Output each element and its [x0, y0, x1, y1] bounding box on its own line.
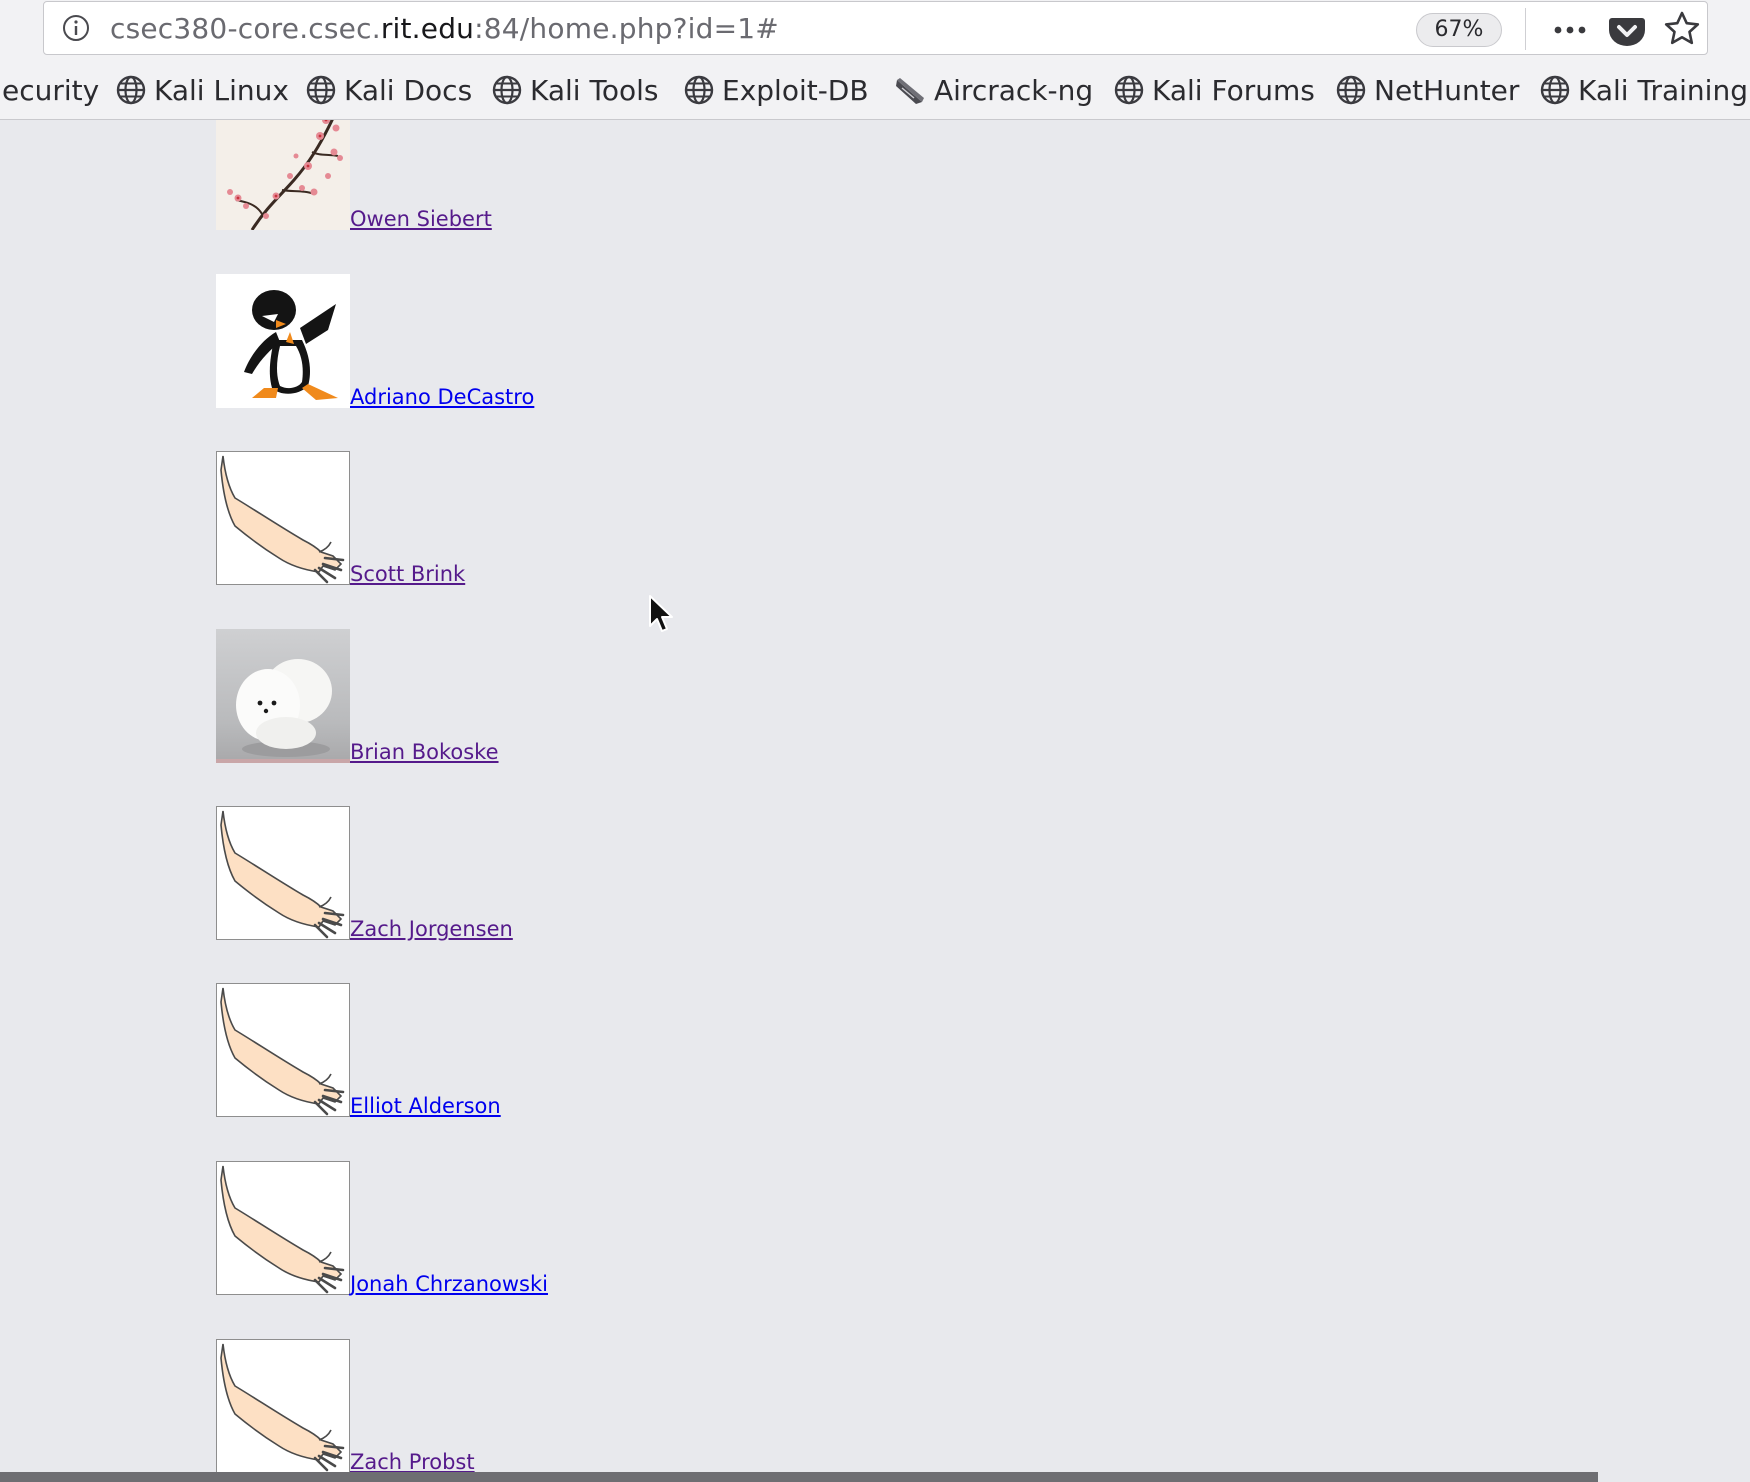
browser-toolbar: csec380-core.csec.rit.edu:84/home.php?id… [0, 0, 1750, 60]
aircrack-icon [896, 78, 924, 104]
url-text[interactable]: csec380-core.csec.rit.edu:84/home.php?id… [110, 12, 779, 45]
zoom-level-badge[interactable]: 67% [1416, 13, 1502, 47]
pocket-icon[interactable] [1607, 10, 1647, 50]
user-avatar-arm-drawing[interactable] [216, 983, 350, 1117]
user-avatar-dabbing-penguin[interactable] [216, 274, 350, 408]
url-bar-separator [1525, 8, 1526, 50]
url-domain: rit.edu [380, 12, 475, 45]
bookmark-aircrack-ng[interactable]: Aircrack-ng [894, 70, 1093, 110]
user-avatar-arm-drawing[interactable] [216, 1161, 350, 1295]
bookmark-label: NetHunter [1374, 73, 1520, 107]
globe-icon [116, 75, 146, 105]
mouse-cursor-icon [649, 595, 673, 632]
bookmark-label: Aircrack-ng [934, 73, 1094, 107]
user-avatar-cherry-blossom[interactable] [216, 120, 350, 230]
globe-icon [1540, 75, 1570, 105]
bookmark-label: Kali Forums [1152, 73, 1315, 107]
bookmark-kali-tools[interactable]: Kali Tools [492, 70, 658, 110]
user-profile-link[interactable]: Owen Siebert [350, 207, 492, 231]
user-profile-link[interactable]: Adriano DeCastro [350, 385, 534, 409]
url-bar[interactable]: csec380-core.csec.rit.edu:84/home.php?id… [43, 1, 1708, 55]
user-profile-link[interactable]: Jonah Chrzanowski [350, 1272, 548, 1296]
bookmark-label: Kali Training [1578, 73, 1748, 107]
page-actions-menu-icon[interactable] [1548, 10, 1592, 50]
bookmark-label: Kali Docs [344, 73, 473, 107]
bookmark-kali-docs[interactable]: Kali Docs [306, 70, 472, 110]
url-prefix: csec380-core.csec. [110, 12, 381, 45]
bookmark-security[interactable]: ecurity [2, 70, 99, 110]
user-avatar-white-pomeranian[interactable] [216, 629, 350, 763]
globe-icon [684, 75, 714, 105]
user-profile-link[interactable]: Zach Jorgensen [350, 917, 513, 941]
scrollbar-thumb[interactable] [0, 1472, 1598, 1482]
user-avatar-arm-drawing[interactable] [216, 451, 350, 585]
bookmark-kali-linux[interactable]: Kali Linux [116, 70, 289, 110]
page-content: Owen Siebert Adriano DeCastro Scott Brin… [0, 120, 1750, 1472]
globe-icon [1114, 75, 1144, 105]
globe-icon [1336, 75, 1366, 105]
horizontal-scrollbar[interactable] [0, 1472, 1750, 1482]
bookmark-label: ecurity [2, 73, 100, 107]
user-profile-link[interactable]: Brian Bokoske [350, 740, 499, 764]
user-profile-link[interactable]: Zach Probst [350, 1450, 475, 1472]
bookmark-nethunter[interactable]: NetHunter [1336, 70, 1519, 110]
url-suffix: :84/home.php?id=1# [474, 12, 779, 45]
globe-icon [492, 75, 522, 105]
bookmarks-toolbar: ecurity Kali Linux Kali Docs Kali Tools … [0, 60, 1750, 120]
bookmark-exploit-db[interactable]: Exploit-DB [684, 70, 869, 110]
bookmark-label: Kali Tools [530, 73, 659, 107]
info-icon[interactable] [62, 14, 90, 42]
bookmark-label: Kali Linux [154, 73, 289, 107]
user-profile-link[interactable]: Scott Brink [350, 562, 465, 586]
bookmark-label: Exploit-DB [722, 73, 869, 107]
user-profile-link[interactable]: Elliot Alderson [350, 1094, 501, 1118]
bookmark-kali-forums[interactable]: Kali Forums [1114, 70, 1315, 110]
bookmark-star-icon[interactable] [1662, 9, 1702, 49]
user-avatar-arm-drawing[interactable] [216, 806, 350, 940]
user-avatar-arm-drawing[interactable] [216, 1339, 350, 1472]
bookmark-kali-training[interactable]: Kali Training [1540, 70, 1748, 110]
globe-icon [306, 75, 336, 105]
